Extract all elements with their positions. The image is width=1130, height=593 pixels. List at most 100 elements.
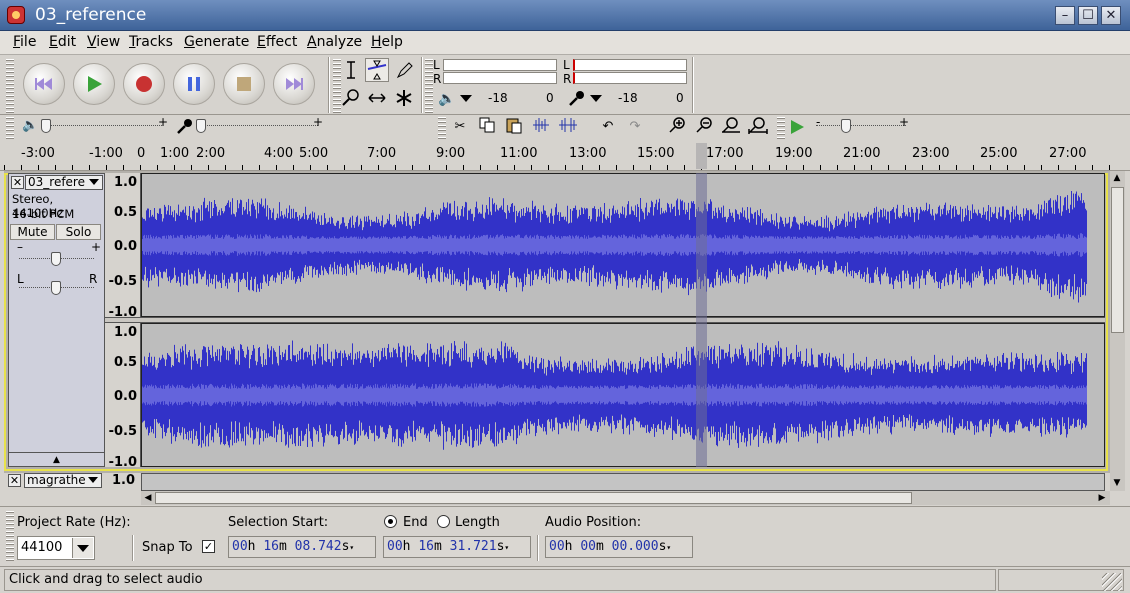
timeline-ruler[interactable]: -3:00 -1:00 0 1:00 2:00 4:00 5:00 7:00 9:00 11:00… — [0, 141, 1130, 171]
stop-button[interactable] — [223, 63, 265, 105]
menu-analyze[interactable]: Analyze — [307, 34, 362, 50]
mixer-grip[interactable] — [6, 117, 14, 139]
fit-selection-button[interactable] — [718, 115, 744, 139]
ruler-tick — [803, 165, 804, 170]
play-at-speed-button[interactable] — [788, 118, 806, 140]
silence-button[interactable] — [555, 115, 581, 139]
zoom-in-button[interactable] — [664, 115, 690, 139]
trim-button[interactable] — [528, 115, 554, 139]
scissors-icon: ✂ — [454, 119, 466, 134]
play-button[interactable] — [73, 63, 115, 105]
menu-view[interactable]: View — [87, 34, 120, 50]
playback-meter-dropdown[interactable] — [460, 95, 472, 102]
ruler-label: 0 — [137, 146, 146, 161]
track-close-button[interactable]: ✕ — [11, 176, 24, 189]
copy-button[interactable] — [474, 115, 500, 139]
paste-button[interactable] — [501, 115, 527, 139]
scroll-right-icon[interactable]: ▶ — [1096, 492, 1108, 504]
track-name-menu[interactable]: 03_refere — [25, 175, 103, 190]
microphone-icon[interactable] — [568, 89, 586, 111]
length-radio[interactable] — [437, 515, 450, 528]
ruler-tick — [599, 165, 600, 170]
track-2-close-button[interactable]: ✕ — [8, 474, 21, 487]
vertical-scroll-thumb[interactable] — [1111, 187, 1124, 333]
menu-file[interactable]: File — [13, 34, 36, 50]
transport-grip[interactable] — [6, 59, 14, 113]
ruler-tick — [1007, 165, 1008, 170]
scroll-left-icon[interactable]: ◀ — [142, 492, 154, 504]
copy-icon — [479, 117, 495, 133]
play-speed-grip[interactable] — [777, 117, 785, 139]
speed-slider[interactable] — [841, 119, 851, 133]
selection-start-field[interactable]: 00h 16m 08.742s▾ — [228, 536, 376, 558]
mute-button[interactable]: Mute — [10, 224, 55, 240]
ruler-tick — [310, 165, 311, 170]
fit-project-button[interactable] — [745, 115, 771, 139]
selection-tool[interactable] — [339, 58, 363, 82]
draw-tool[interactable] — [392, 58, 416, 82]
track-2-name-menu[interactable]: magrathe — [24, 473, 102, 488]
gain-plus: + — [91, 240, 102, 254]
skip-to-end-button[interactable] — [273, 63, 315, 105]
snap-to-checkbox[interactable]: ✓ — [202, 540, 215, 553]
waveform-right-channel[interactable] — [141, 323, 1105, 467]
zoom-tool[interactable] — [339, 86, 363, 110]
scroll-up-icon[interactable]: ▲ — [1111, 172, 1123, 184]
status-message: Click and drag to select audio — [4, 569, 996, 591]
menu-help[interactable]: Help — [371, 34, 403, 50]
input-volume-slider[interactable] — [196, 119, 206, 133]
pause-button[interactable] — [173, 63, 215, 105]
menu-bar: File Edit View Tracks Generate Effect An… — [0, 31, 1130, 55]
project-rate-dropdown[interactable] — [72, 538, 93, 558]
edit-grip[interactable] — [438, 117, 446, 139]
menu-edit[interactable]: Edit — [49, 34, 76, 50]
gain-slider[interactable] — [51, 252, 61, 266]
close-window-button[interactable]: ✕ — [1101, 6, 1121, 25]
project-rate-label: Project Rate (Hz): — [17, 515, 131, 530]
waveform-left-channel[interactable] — [141, 173, 1105, 317]
horizontal-scrollbar[interactable]: ◀ ▶ — [141, 491, 1110, 505]
minimize-button[interactable]: – — [1055, 6, 1075, 25]
timeshift-tool[interactable] — [365, 86, 389, 110]
output-volume-slider[interactable] — [41, 119, 51, 133]
meter-grip[interactable] — [425, 59, 433, 113]
collapse-track-button[interactable]: ▲ — [9, 452, 104, 466]
envelope-tool[interactable] — [365, 58, 389, 82]
multi-tool[interactable] — [392, 86, 416, 110]
record-button[interactable] — [123, 63, 165, 105]
track-2-waveform[interactable] — [141, 473, 1105, 491]
selection-toolbar: Project Rate (Hz): 44100 Snap To ✓ Selec… — [0, 506, 1130, 566]
solo-button[interactable]: Solo — [56, 224, 101, 240]
skip-to-start-button[interactable] — [23, 63, 65, 105]
scroll-down-icon[interactable]: ▼ — [1111, 477, 1123, 489]
selection-bar-grip[interactable] — [6, 511, 14, 561]
project-rate-combo[interactable]: 44100 — [17, 536, 95, 560]
record-meter-right — [573, 72, 687, 84]
ruler-tick — [412, 165, 413, 170]
cut-button[interactable]: ✂ — [447, 115, 473, 139]
ruler-tick — [1024, 165, 1025, 170]
speaker-icon[interactable]: 🔈 — [438, 91, 455, 107]
resize-grip-icon[interactable] — [1102, 573, 1122, 591]
menu-tracks[interactable]: Tracks — [129, 34, 173, 50]
zoom-out-button[interactable] — [691, 115, 717, 139]
ruler-tick — [140, 165, 141, 170]
undo-button[interactable]: ↶ — [595, 115, 621, 139]
vertical-scrollbar[interactable]: ▲ ▼ — [1110, 171, 1125, 491]
ruler-tick — [1041, 165, 1042, 170]
maximize-button[interactable]: ☐ — [1078, 6, 1098, 25]
audio-position-field[interactable]: 00h 00m 00.000s▾ — [545, 536, 693, 558]
ruler-tick — [123, 165, 124, 170]
selection-end-field[interactable]: 00h 16m 31.721s▾ — [383, 536, 531, 558]
selection-region[interactable] — [696, 173, 707, 467]
end-radio[interactable] — [384, 515, 397, 528]
horizontal-scroll-thumb[interactable] — [155, 492, 912, 504]
menu-generate[interactable]: Generate — [184, 34, 249, 50]
menu-effect[interactable]: Effect — [257, 34, 297, 50]
ruler-tick — [463, 165, 464, 170]
input-volume-icon — [176, 117, 194, 139]
pan-slider[interactable] — [51, 281, 61, 295]
track-2-menu-arrow-icon — [88, 477, 98, 483]
record-meter-dropdown[interactable] — [590, 95, 602, 102]
redo-button[interactable]: ↷ — [622, 115, 648, 139]
